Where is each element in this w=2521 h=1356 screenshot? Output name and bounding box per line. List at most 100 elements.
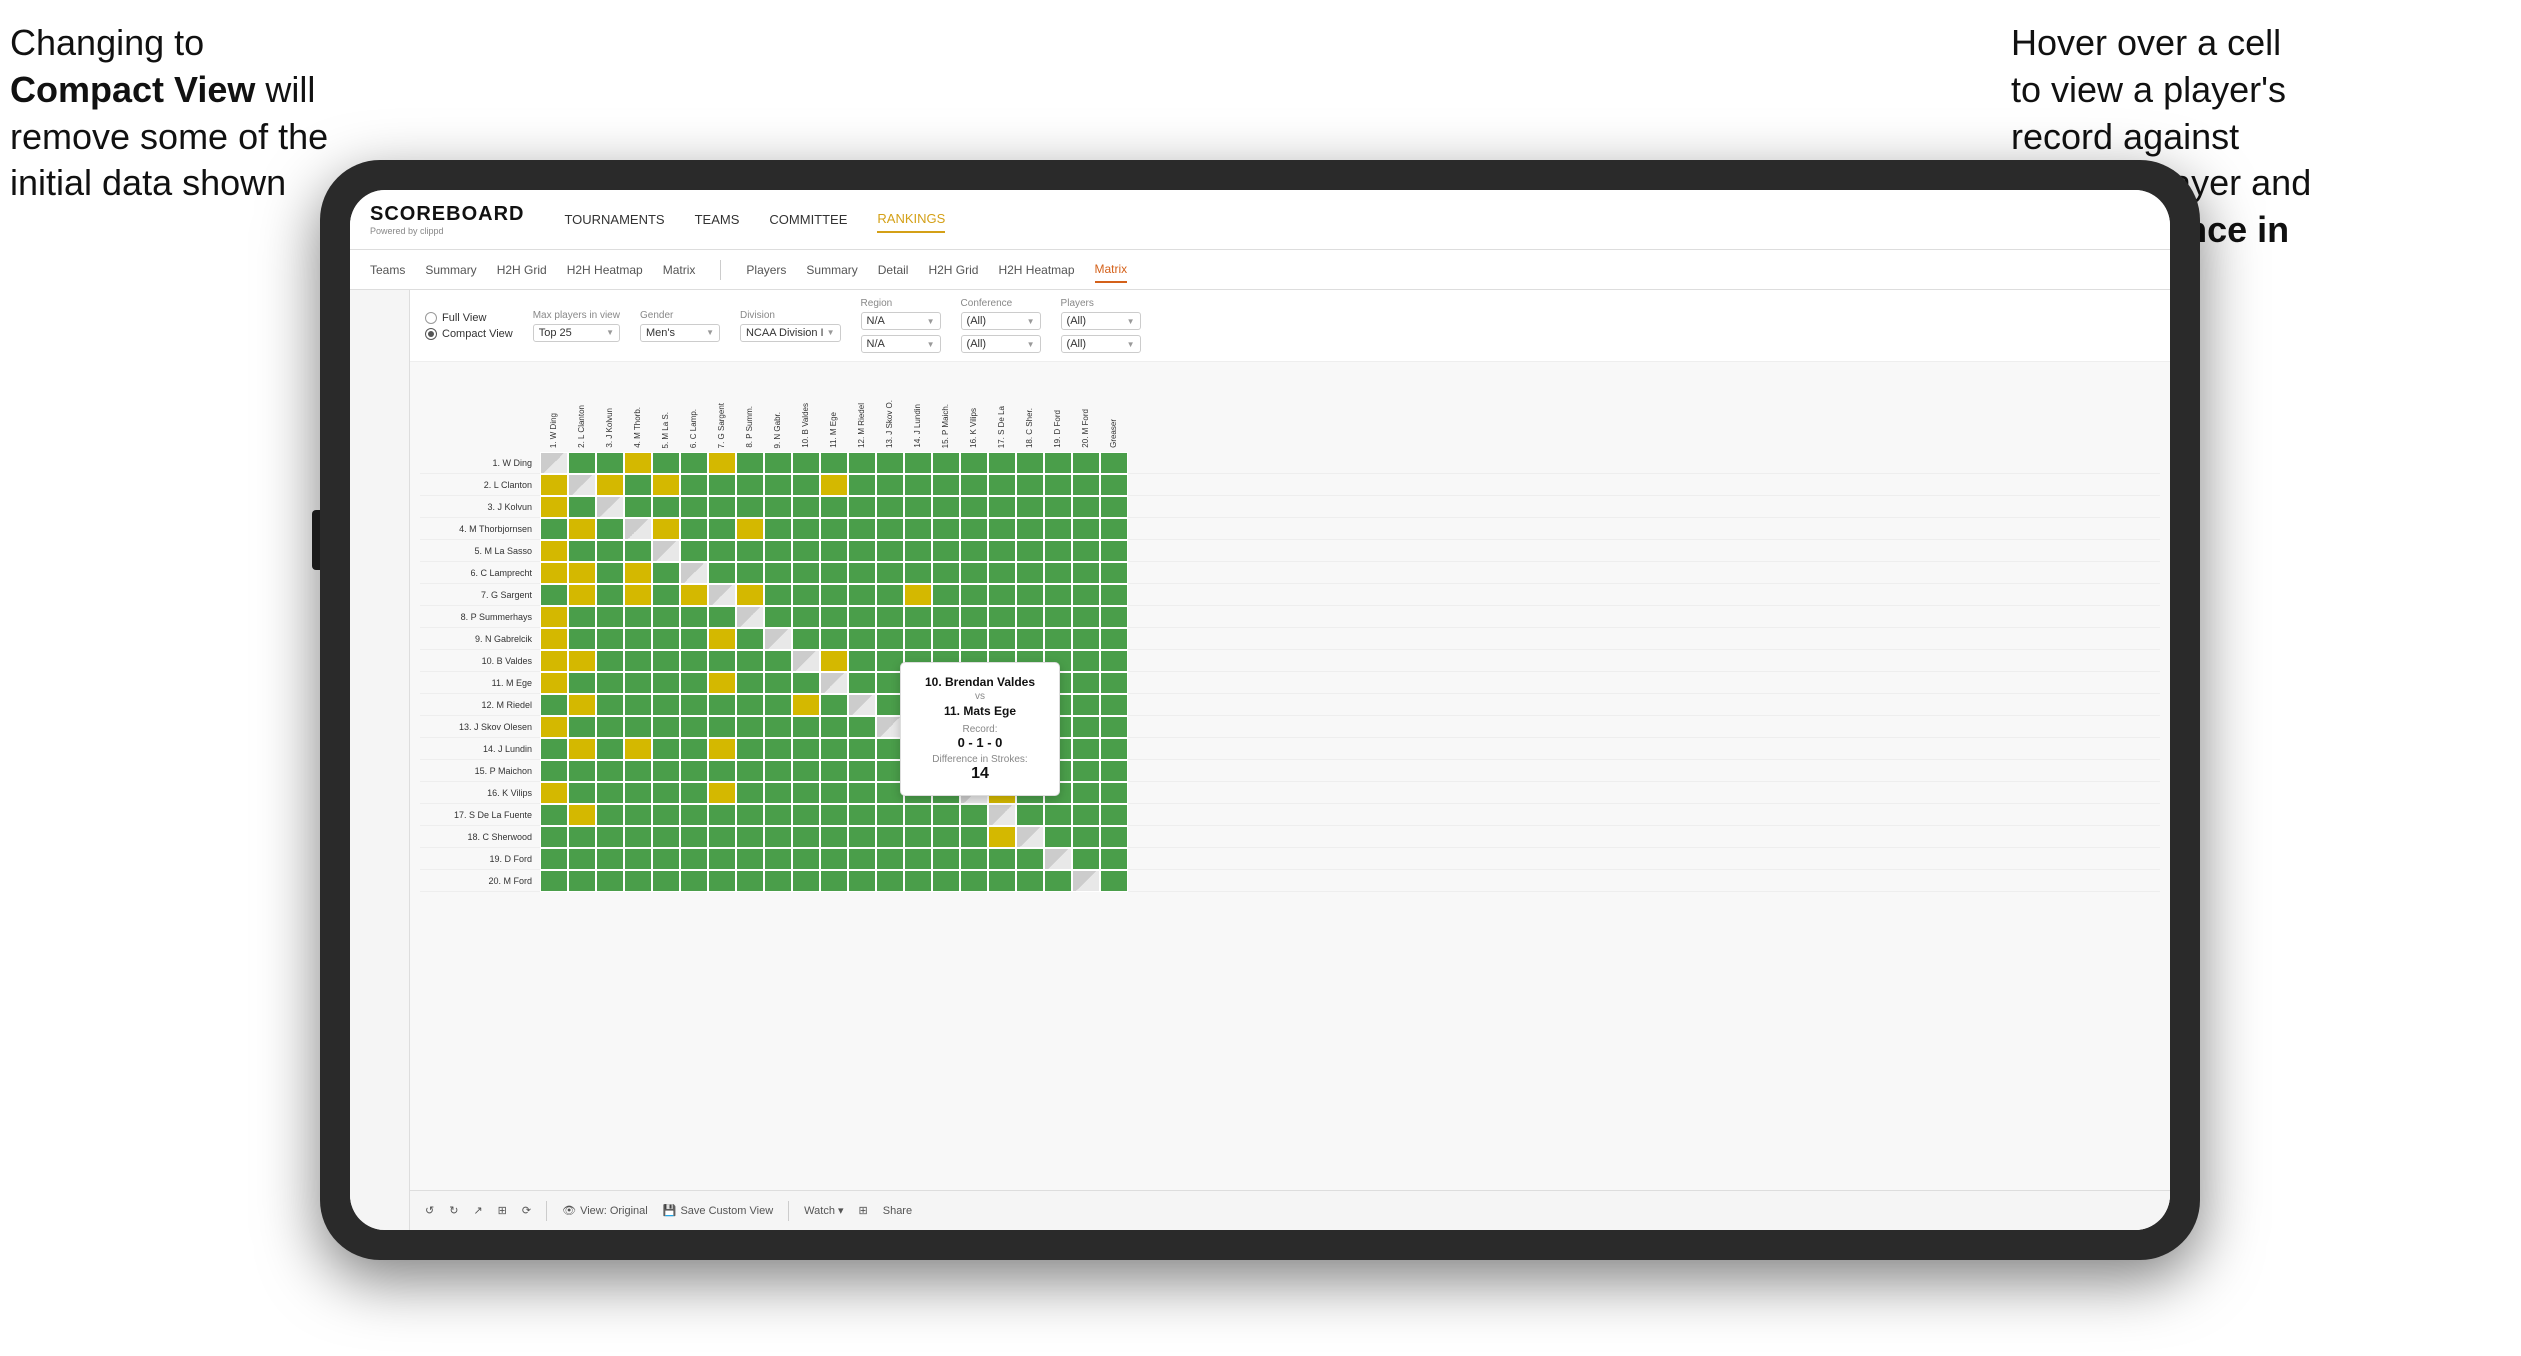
matrix-cell[interactable] [932,562,960,584]
matrix-cell[interactable] [568,452,596,474]
matrix-cell[interactable] [904,584,932,606]
matrix-cell[interactable] [820,628,848,650]
matrix-cell[interactable] [680,870,708,892]
matrix-cell[interactable] [820,672,848,694]
matrix-cell[interactable] [820,738,848,760]
matrix-cell[interactable] [624,518,652,540]
matrix-cell[interactable] [624,694,652,716]
matrix-cell[interactable] [792,826,820,848]
matrix-cell[interactable] [652,452,680,474]
region-select2[interactable]: N/A ▼ [861,335,941,353]
matrix-cell[interactable] [792,782,820,804]
matrix-cell[interactable] [960,804,988,826]
matrix-cell[interactable] [540,650,568,672]
matrix-cell[interactable] [1016,584,1044,606]
matrix-cell[interactable] [1100,540,1128,562]
matrix-cell[interactable] [792,716,820,738]
matrix-cell[interactable] [708,540,736,562]
matrix-cell[interactable] [680,782,708,804]
matrix-cell[interactable] [1072,694,1100,716]
matrix-cell[interactable] [1044,606,1072,628]
matrix-cell[interactable] [596,694,624,716]
matrix-cell[interactable] [904,628,932,650]
matrix-cell[interactable] [736,584,764,606]
matrix-cell[interactable] [708,804,736,826]
matrix-cell[interactable] [680,540,708,562]
tab-matrix-g2[interactable]: Matrix [1095,257,1128,283]
matrix-cell[interactable] [596,496,624,518]
matrix-cell[interactable] [848,760,876,782]
matrix-cell[interactable] [1044,496,1072,518]
matrix-cell[interactable] [708,760,736,782]
matrix-cell[interactable] [960,540,988,562]
matrix-cell[interactable] [792,694,820,716]
matrix-cell[interactable] [764,496,792,518]
matrix-cell[interactable] [680,562,708,584]
matrix-cell[interactable] [764,474,792,496]
matrix-cell[interactable] [1016,496,1044,518]
matrix-cell[interactable] [764,716,792,738]
matrix-cell[interactable] [1044,870,1072,892]
matrix-cell[interactable] [848,496,876,518]
tab-matrix-g1[interactable]: Matrix [663,258,696,282]
matrix-cell[interactable] [792,804,820,826]
matrix-cell[interactable] [652,540,680,562]
matrix-cell[interactable] [680,760,708,782]
matrix-cell[interactable] [568,738,596,760]
matrix-cell[interactable] [792,606,820,628]
matrix-cell[interactable] [848,672,876,694]
matrix-cell[interactable] [736,694,764,716]
matrix-cell[interactable] [568,826,596,848]
matrix-cell[interactable] [568,870,596,892]
matrix-cell[interactable] [848,716,876,738]
matrix-cell[interactable] [988,848,1016,870]
matrix-cell[interactable] [652,628,680,650]
matrix-cell[interactable] [1100,474,1128,496]
matrix-cell[interactable] [736,540,764,562]
matrix-cell[interactable] [1100,694,1128,716]
matrix-cell[interactable] [736,826,764,848]
matrix-cell[interactable] [932,518,960,540]
matrix-cell[interactable] [932,870,960,892]
matrix-cell[interactable] [736,804,764,826]
matrix-cell[interactable] [988,606,1016,628]
matrix-cell[interactable] [596,804,624,826]
matrix-cell[interactable] [1072,540,1100,562]
matrix-cell[interactable] [960,826,988,848]
matrix-cell[interactable] [1072,826,1100,848]
matrix-cell[interactable] [960,474,988,496]
gender-select[interactable]: Men's ▼ [640,324,720,342]
matrix-cell[interactable] [792,848,820,870]
tab-players[interactable]: Players [746,258,786,282]
matrix-cell[interactable] [736,452,764,474]
matrix-cell[interactable] [848,606,876,628]
nav-tournaments[interactable]: TOURNAMENTS [564,207,664,232]
matrix-cell[interactable] [820,650,848,672]
matrix-cell[interactable] [568,540,596,562]
matrix-cell[interactable] [1072,628,1100,650]
matrix-cell[interactable] [596,738,624,760]
matrix-cell[interactable] [764,518,792,540]
matrix-cell[interactable] [596,452,624,474]
matrix-cell[interactable] [764,540,792,562]
matrix-cell[interactable] [988,452,1016,474]
matrix-cell[interactable] [848,518,876,540]
matrix-cell[interactable] [932,496,960,518]
matrix-cell[interactable] [1072,518,1100,540]
matrix-cell[interactable] [764,826,792,848]
matrix-cell[interactable] [540,518,568,540]
tab-h2h-heatmap-g1[interactable]: H2H Heatmap [567,258,643,282]
matrix-cell[interactable] [932,804,960,826]
matrix-cell[interactable] [1100,760,1128,782]
matrix-cell[interactable] [708,738,736,760]
matrix-cell[interactable] [820,760,848,782]
matrix-cell[interactable] [792,452,820,474]
matrix-cell[interactable] [540,474,568,496]
matrix-cell[interactable] [624,870,652,892]
matrix-cell[interactable] [596,716,624,738]
matrix-cell[interactable] [1044,474,1072,496]
matrix-cell[interactable] [596,540,624,562]
matrix-cell[interactable] [652,694,680,716]
matrix-cell[interactable] [820,870,848,892]
matrix-cell[interactable] [736,760,764,782]
